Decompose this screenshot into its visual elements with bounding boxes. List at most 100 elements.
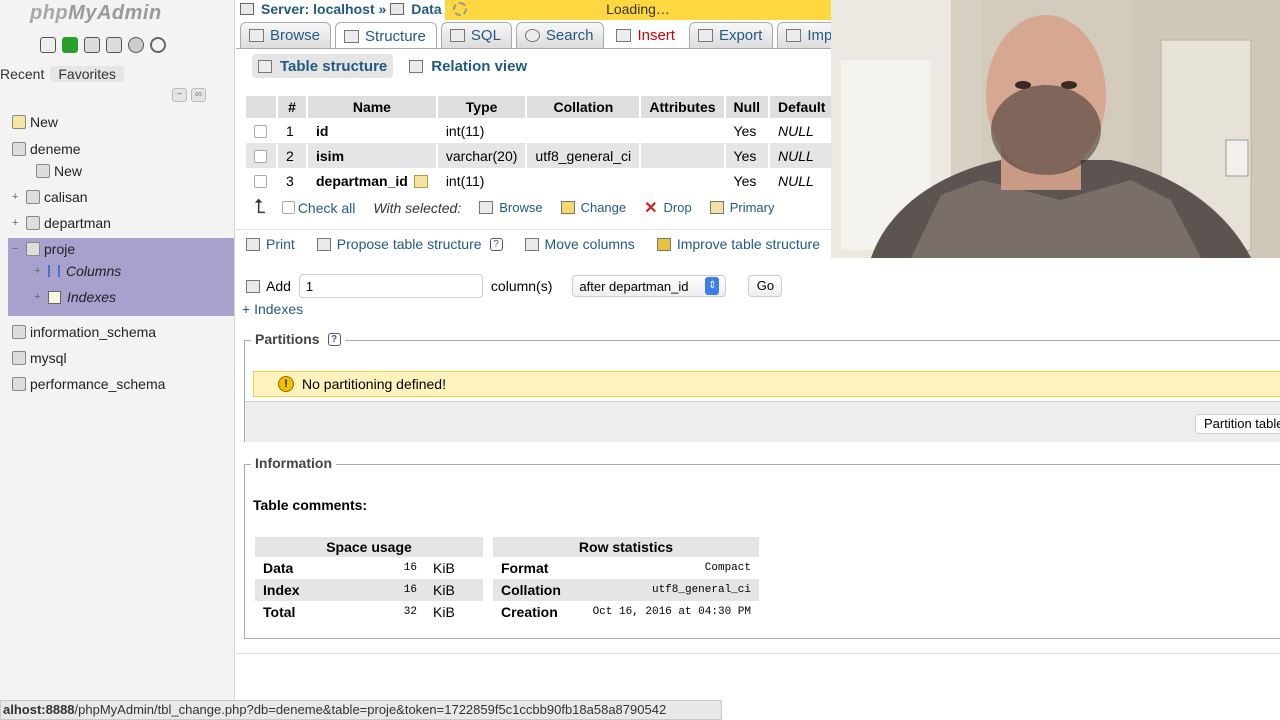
relation-view-icon <box>409 59 424 73</box>
bulk-change-button[interactable]: Change <box>560 200 626 215</box>
stat-label: Data <box>263 560 294 576</box>
database-icon <box>12 377 26 391</box>
bulk-browse-button[interactable]: Browse <box>479 200 543 215</box>
collapse-icon[interactable]: − <box>12 243 22 255</box>
check-all-label[interactable]: Check all <box>298 200 356 216</box>
row-num: 2 <box>278 143 306 168</box>
partitions-fieldset: Partitions? ! No partitioning defined! P… <box>244 331 1280 442</box>
phpmyadmin-logo[interactable]: phpMyAdmin <box>30 2 162 25</box>
indexes-toggle-link[interactable]: + Indexes <box>242 301 303 317</box>
stat-value: Compact <box>704 562 751 574</box>
breadcrumb-database[interactable]: Data <box>411 1 441 17</box>
tree-table-calisan[interactable]: + calisan <box>12 185 88 209</box>
propose-structure-link[interactable]: Propose table structure? <box>316 236 503 252</box>
tab-insert[interactable]: Insert <box>608 22 685 48</box>
tab-browse[interactable]: Browse <box>240 22 332 48</box>
warning-icon: ! <box>278 376 294 392</box>
breadcrumb-server[interactable]: Server: localhost » <box>261 1 386 17</box>
home-icon[interactable] <box>40 37 56 53</box>
row-checkbox[interactable] <box>254 175 267 189</box>
expand-icon[interactable]: + <box>34 265 44 277</box>
tree-proje-indexes[interactable]: + Indexes <box>34 285 116 309</box>
tab-export[interactable]: Export <box>688 22 774 48</box>
go-button[interactable]: Go <box>748 275 783 297</box>
column-name: id <box>316 122 329 139</box>
header-null[interactable]: Null <box>725 96 768 118</box>
tree-new-label: New <box>30 114 59 130</box>
row-attributes <box>641 118 724 143</box>
row-checkbox[interactable] <box>254 150 267 164</box>
expand-icon[interactable]: + <box>12 217 22 229</box>
tree-table-proje[interactable]: − proje <box>12 237 75 261</box>
favorites-tab[interactable]: Favorites <box>50 66 124 82</box>
settings-icon[interactable] <box>128 37 144 53</box>
browser-status-bar: alhost:8888/phpMyAdmin/tbl_change.php?db… <box>0 700 722 720</box>
tree-table-departman[interactable]: + departman <box>12 211 111 235</box>
row-checkbox[interactable] <box>254 125 267 139</box>
improve-structure-link[interactable]: Improve table structure <box>656 236 820 252</box>
column-position-select[interactable]: after departman_id ⇕ <box>572 275 727 297</box>
print-link[interactable]: Print <box>246 236 295 252</box>
bulk-drop-button[interactable]: ✕ Drop <box>644 198 692 218</box>
header-name[interactable]: Name <box>308 96 436 118</box>
stat-label: Collation <box>493 579 569 601</box>
header-num[interactable]: # <box>278 96 306 118</box>
table-actions: Print Propose table structure? Move colu… <box>246 236 842 252</box>
recent-tab[interactable]: Recent <box>0 66 50 82</box>
documentation-icon[interactable] <box>84 37 100 53</box>
improve-label: Improve table structure <box>676 236 820 252</box>
expand-icon[interactable]: + <box>34 291 44 303</box>
subtab-relation-view[interactable]: Relation view <box>403 54 533 78</box>
tree-proje-columns[interactable]: + Columns <box>34 259 121 283</box>
partition-table-button[interactable]: Partition table <box>1195 414 1280 434</box>
tree-controls: − ∞ <box>172 88 206 102</box>
header-default[interactable]: Default <box>769 96 834 118</box>
database-icon <box>12 351 26 365</box>
row-null: Yes <box>725 143 768 168</box>
row-attributes <box>641 168 724 193</box>
docs-icon[interactable] <box>106 37 122 53</box>
help-icon[interactable]: ? <box>327 332 341 346</box>
tree-db-information-schema[interactable]: information_schema <box>12 320 156 344</box>
stat-label: Creation <box>501 604 558 620</box>
notice-text: No partitioning defined! <box>302 376 446 392</box>
check-all-checkbox[interactable] <box>281 201 295 214</box>
collapse-all-icon[interactable]: − <box>172 88 187 102</box>
tab-sql[interactable]: SQL <box>440 22 512 48</box>
tab-structure[interactable]: Structure <box>335 22 437 49</box>
header-attributes[interactable]: Attributes <box>641 96 724 118</box>
columns-icon <box>48 265 60 277</box>
move-columns-link[interactable]: Move columns <box>524 236 635 252</box>
sql-query-icon[interactable] <box>62 37 78 53</box>
link-icon[interactable]: ∞ <box>191 88 206 102</box>
subtab-table-structure[interactable]: Table structure <box>252 54 394 78</box>
row-collation <box>527 168 640 193</box>
column-count-input[interactable]: 1 <box>298 274 483 298</box>
header-type[interactable]: Type <box>437 96 526 118</box>
stat-unit: KiB <box>433 604 455 620</box>
database-icon <box>12 325 26 339</box>
tree-db-deneme[interactable]: deneme <box>12 137 81 161</box>
structure-subtabs: Table structure Relation view <box>252 54 533 78</box>
tree-deneme-new-table[interactable]: New <box>36 159 82 183</box>
reload-icon[interactable] <box>150 37 166 53</box>
export-icon <box>697 29 713 42</box>
header-collation[interactable]: Collation <box>527 96 640 118</box>
tree-db-performance-schema[interactable]: performance_schema <box>12 372 165 396</box>
tree-db-mysql[interactable]: mysql <box>12 346 67 370</box>
insert-icon <box>616 28 632 42</box>
stat-label: Format <box>501 560 549 576</box>
column-name: isim <box>316 147 345 164</box>
database-icon <box>12 142 26 156</box>
expand-icon[interactable]: + <box>12 191 22 203</box>
tree-proje-label: proje <box>44 241 76 257</box>
server-icon <box>240 3 254 15</box>
tree-new-database[interactable]: New <box>12 110 58 134</box>
bulk-primary-button[interactable]: Primary <box>709 200 775 215</box>
tab-search[interactable]: Search <box>515 22 605 48</box>
position-value: after departman_id <box>579 278 689 294</box>
row-type: int(11) <box>437 118 526 143</box>
help-icon[interactable]: ? <box>489 237 503 251</box>
index-key-icon <box>413 175 428 189</box>
stat-value: utf8_general_ci <box>569 579 759 601</box>
